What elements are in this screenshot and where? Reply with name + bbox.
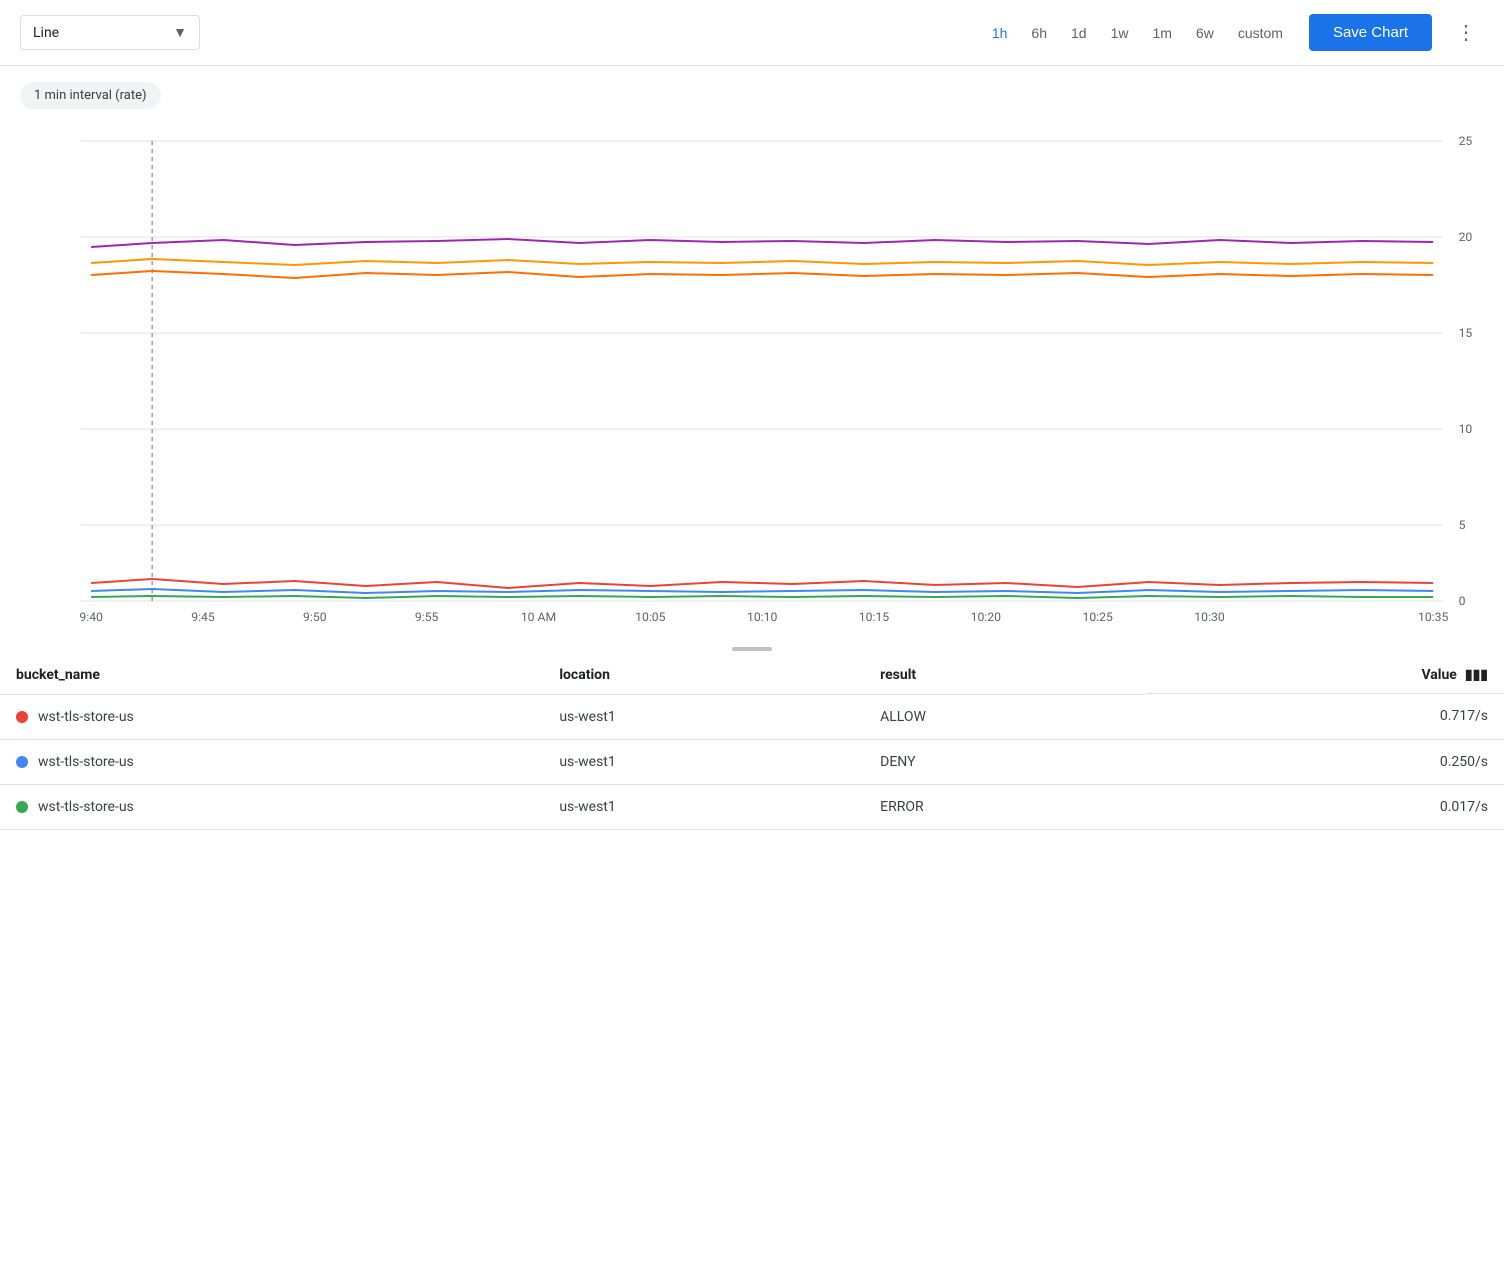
location-cell: us-west1: [543, 694, 864, 739]
table-row: wst-tls-store-us us-west1 ERROR 0.017/s: [0, 784, 1504, 829]
svg-text:9:40: 9:40: [79, 610, 103, 624]
value-cell: 0.717/s: [1146, 694, 1504, 739]
svg-text:9:45: 9:45: [191, 610, 215, 624]
svg-text:10:30: 10:30: [1194, 610, 1225, 624]
svg-text:20: 20: [1459, 230, 1473, 244]
dot-red: [16, 711, 28, 723]
time-btn-6w[interactable]: 6w: [1186, 19, 1224, 47]
toolbar: Line ▼ 1h 6h 1d 1w 1m 6w custom Save Cha…: [0, 0, 1504, 66]
col-header-bucket-name: bucket_name: [0, 657, 543, 694]
interval-badge: 1 min interval (rate): [20, 82, 161, 109]
legend-table: bucket_name location result Value ▮▮▮ ws…: [0, 657, 1504, 830]
bucket-name-cell: wst-tls-store-us: [0, 694, 543, 739]
svg-text:9:55: 9:55: [415, 610, 439, 624]
svg-text:15: 15: [1459, 326, 1473, 340]
location-cell: us-west1: [543, 784, 864, 829]
svg-text:9:50: 9:50: [303, 610, 327, 624]
value-cell: 0.250/s: [1146, 739, 1504, 784]
col-header-result: result: [864, 657, 1146, 694]
svg-text:10 AM: 10 AM: [521, 610, 556, 624]
dot-blue: [16, 756, 28, 768]
svg-text:10:20: 10:20: [971, 610, 1002, 624]
time-btn-custom[interactable]: custom: [1228, 19, 1293, 47]
col-header-value: Value ▮▮▮: [1146, 657, 1504, 694]
dropdown-arrow-icon: ▼: [173, 24, 187, 41]
bucket-name-cell: wst-tls-store-us: [0, 739, 543, 784]
save-chart-button[interactable]: Save Chart: [1309, 14, 1432, 51]
result-cell: ALLOW: [864, 694, 1146, 739]
divider-handle[interactable]: [0, 641, 1504, 657]
time-btn-1m[interactable]: 1m: [1142, 19, 1181, 47]
table-row: wst-tls-store-us us-west1 DENY 0.250/s: [0, 739, 1504, 784]
svg-text:0: 0: [1459, 594, 1466, 608]
time-range-group: 1h 6h 1d 1w 1m 6w custom: [982, 19, 1293, 47]
svg-text:10: 10: [1459, 422, 1473, 436]
chart-area: 1 min interval (rate) 25 20 15 10 5 0: [0, 66, 1504, 641]
value-cell: 0.017/s: [1146, 784, 1504, 829]
time-btn-1h[interactable]: 1h: [982, 19, 1018, 47]
table-row: wst-tls-store-us us-west1 ALLOW 0.717/s: [0, 694, 1504, 739]
svg-text:10:25: 10:25: [1082, 610, 1113, 624]
svg-text:10:35: 10:35: [1418, 610, 1449, 624]
more-options-button[interactable]: ⋮: [1448, 16, 1484, 49]
divider-pill: [732, 647, 772, 651]
columns-icon[interactable]: ▮▮▮: [1465, 667, 1488, 683]
time-btn-1w[interactable]: 1w: [1101, 19, 1139, 47]
svg-text:5: 5: [1459, 518, 1466, 532]
time-btn-1d[interactable]: 1d: [1061, 19, 1097, 47]
svg-text:10:15: 10:15: [859, 610, 890, 624]
result-cell: DENY: [864, 739, 1146, 784]
chart-svg: 25 20 15 10 5 0 9:40 9:45 9:50 9:: [20, 121, 1484, 641]
chart-container: 25 20 15 10 5 0 9:40 9:45 9:50 9:: [20, 121, 1484, 641]
col-header-location: location: [543, 657, 864, 694]
time-btn-6h[interactable]: 6h: [1021, 19, 1057, 47]
bucket-name-cell: wst-tls-store-us: [0, 784, 543, 829]
legend-table-header: bucket_name location result Value ▮▮▮: [0, 657, 1504, 694]
chart-type-label: Line: [33, 25, 165, 41]
result-cell: ERROR: [864, 784, 1146, 829]
svg-text:10:05: 10:05: [635, 610, 666, 624]
chart-type-dropdown[interactable]: Line ▼: [20, 15, 200, 50]
dot-green: [16, 801, 28, 813]
svg-text:10:10: 10:10: [747, 610, 778, 624]
location-cell: us-west1: [543, 739, 864, 784]
svg-text:25: 25: [1459, 134, 1473, 148]
